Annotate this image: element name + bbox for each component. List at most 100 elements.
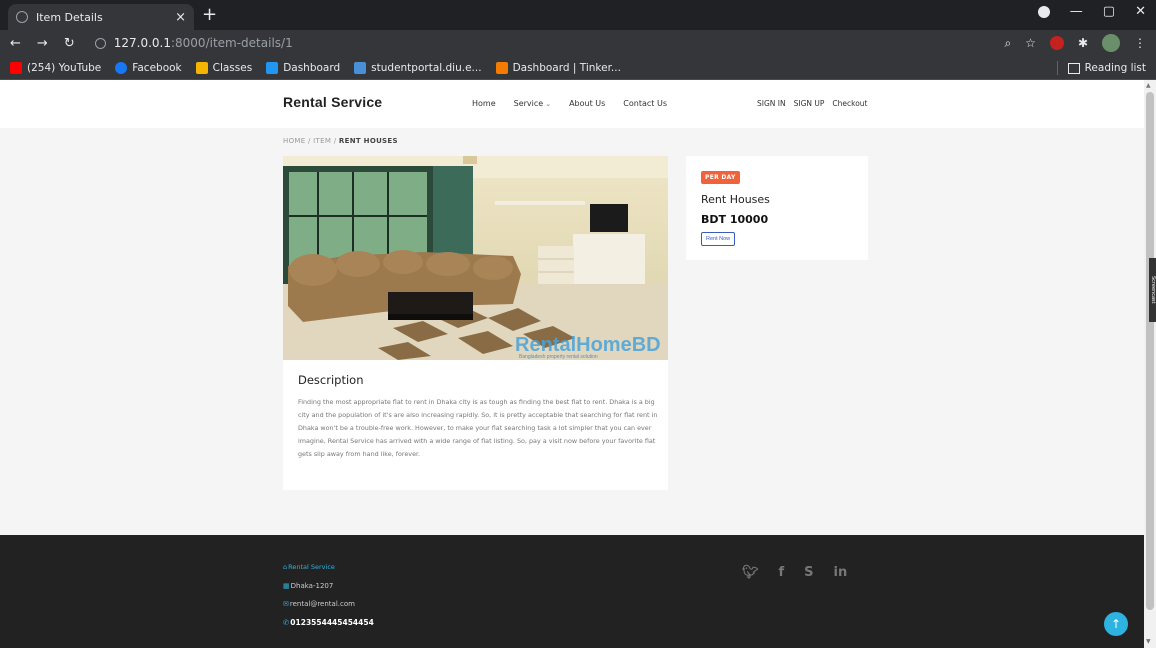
- footer-address: ▦Dhaka-1207: [283, 582, 333, 590]
- bookmark-star-icon[interactable]: ☆: [1025, 36, 1036, 50]
- nav-service-label: Service: [513, 99, 544, 108]
- linkedin-icon[interactable]: in: [834, 565, 848, 580]
- window-controls: — ▢ ✕: [1037, 4, 1146, 19]
- toolbar-actions: ⌕ ☆ ✱ ⋮: [1004, 34, 1146, 52]
- description-text: Finding the most appropriate flat to ren…: [298, 398, 658, 458]
- building-icon: ▦: [283, 582, 290, 590]
- footer-phone-label: 0123554445454454: [290, 618, 374, 627]
- reading-list-label: Reading list: [1084, 62, 1146, 74]
- reload-icon[interactable]: ↻: [64, 36, 75, 51]
- description-title: Description: [298, 373, 364, 387]
- close-icon[interactable]: ✕: [1135, 4, 1146, 19]
- nav-service[interactable]: Service ⌄: [514, 99, 551, 108]
- footer-address-label: Dhaka-1207: [290, 582, 334, 590]
- scroll-thumb[interactable]: [1146, 92, 1154, 610]
- scroll-up-icon[interactable]: ▲: [1146, 82, 1151, 89]
- nav-about[interactable]: About Us: [569, 99, 605, 108]
- bookmark-label: (254) YouTube: [27, 61, 102, 74]
- puzzle-icon[interactable]: ✱: [1078, 36, 1088, 50]
- dashboard-icon: [266, 61, 279, 74]
- reading-list[interactable]: Reading list: [1056, 61, 1146, 75]
- nav-home[interactable]: Home: [472, 99, 496, 108]
- bookmark-studentportal[interactable]: studentportal.diu.e...: [354, 61, 482, 74]
- item-summary-card: PER DAY Rent Houses BDT 10000 Rent Now: [686, 156, 868, 260]
- phone-icon: ✆: [283, 618, 290, 627]
- back-to-top-button[interactable]: ↑: [1104, 612, 1128, 636]
- maximize-icon[interactable]: ▢: [1103, 4, 1115, 19]
- new-tab-button[interactable]: +: [202, 4, 217, 25]
- breadcrumb-sep: /: [307, 137, 311, 145]
- bookmark-youtube[interactable]: (254) YouTube: [10, 61, 102, 74]
- url-host: 127.0.0.1: [113, 36, 171, 50]
- sign-up-link[interactable]: SIGN UP: [794, 99, 825, 108]
- breadcrumb-item[interactable]: ITEM: [313, 137, 331, 145]
- browser-tab-bar: Item Details × + — ▢ ✕: [0, 0, 1156, 30]
- screencast-tab[interactable]: Screencast: [1149, 258, 1156, 322]
- menu-icon[interactable]: ⋮: [1134, 36, 1146, 50]
- bookmark-tinker[interactable]: Dashboard | Tinker...: [495, 61, 621, 74]
- profile-avatar[interactable]: [1102, 34, 1120, 52]
- bookmark-label: Facebook: [132, 61, 182, 74]
- tab-close-button[interactable]: ×: [175, 10, 186, 25]
- record-icon[interactable]: [1037, 5, 1050, 18]
- home-icon: ⌂: [283, 563, 288, 571]
- rate-badge: PER DAY: [701, 171, 740, 184]
- bookmarks-bar: (254) YouTube Facebook Classes Dashboard…: [0, 56, 1156, 80]
- browser-toolbar: ← → ↻ 127.0.0.1 :8000/item-details/1 ⌕ ☆…: [0, 30, 1156, 56]
- bookmark-label: studentportal.diu.e...: [371, 61, 482, 74]
- bookmark-label: Classes: [212, 61, 253, 74]
- tab-title: Item Details: [36, 10, 103, 24]
- social-links: 🐦︎ f S in: [742, 565, 847, 580]
- main-nav: Home Service ⌄ About Us Contact Us: [472, 99, 667, 108]
- info-icon[interactable]: [94, 37, 106, 49]
- zoom-icon[interactable]: ⌕: [1004, 36, 1011, 51]
- back-icon[interactable]: ←: [10, 36, 21, 51]
- footer-phone[interactable]: ✆0123554445454454: [283, 618, 374, 627]
- address-bar[interactable]: 127.0.0.1 :8000/item-details/1: [94, 36, 293, 50]
- bookmark-label: Dashboard: [283, 61, 341, 74]
- minimize-icon[interactable]: —: [1070, 4, 1083, 19]
- bookmark-dashboard[interactable]: Dashboard: [266, 61, 341, 74]
- page-scrollbar[interactable]: ▲ ▼: [1144, 80, 1156, 648]
- extension-icon[interactable]: [1049, 36, 1064, 50]
- reading-list-icon: [1067, 62, 1080, 74]
- tinkercad-icon: [495, 61, 508, 74]
- breadcrumb-current: RENT HOUSES: [338, 137, 398, 145]
- twitter-icon[interactable]: 🐦︎: [742, 565, 759, 580]
- checkout-link[interactable]: Checkout: [832, 99, 867, 108]
- sign-in-link[interactable]: SIGN IN: [757, 99, 786, 108]
- site-footer: ⌂Rental Service ▦Dhaka-1207 ✉rental@rent…: [0, 535, 1144, 648]
- arrow-up-icon: ↑: [1110, 617, 1122, 631]
- forward-icon[interactable]: →: [37, 36, 48, 51]
- facebook-icon: [115, 61, 128, 74]
- footer-brand-label: Rental Service: [288, 563, 335, 571]
- youtube-icon: [10, 61, 22, 74]
- item-content-card: RentalHomeBD Bangladesh property rental …: [283, 156, 668, 490]
- site-header: Rental Service Home Service ⌄ About Us Co…: [0, 80, 1144, 128]
- portal-icon: [354, 61, 367, 74]
- browser-tab[interactable]: Item Details ×: [8, 4, 194, 30]
- scroll-down-icon[interactable]: ▼: [1146, 638, 1151, 645]
- breadcrumb: HOME / ITEM / RENT HOUSES: [283, 137, 398, 145]
- bookmark-classes[interactable]: Classes: [195, 61, 253, 74]
- globe-icon: [16, 11, 28, 23]
- watermark-subtext: Bangladesh property rental solution: [519, 354, 598, 360]
- bookmarks-divider: [1056, 61, 1058, 75]
- auth-nav: SIGN IN SIGN UP Checkout: [757, 99, 868, 108]
- item-price: BDT 10000: [701, 213, 769, 226]
- site-logo[interactable]: Rental Service: [283, 94, 382, 110]
- breadcrumb-home[interactable]: HOME: [283, 137, 305, 145]
- footer-email[interactable]: ✉rental@rental.com: [283, 600, 355, 608]
- nav-contact[interactable]: Contact Us: [623, 99, 667, 108]
- footer-email-label: rental@rental.com: [289, 600, 355, 608]
- rent-now-button[interactable]: Rent Now: [701, 232, 736, 246]
- mail-icon: ✉: [283, 600, 289, 608]
- item-photo: RentalHomeBD Bangladesh property rental …: [283, 156, 668, 360]
- facebook-icon[interactable]: f: [779, 565, 785, 580]
- chevron-down-icon: ⌄: [545, 100, 552, 108]
- classroom-icon: [195, 61, 208, 74]
- skype-icon[interactable]: S: [804, 565, 813, 580]
- item-name: Rent Houses: [701, 193, 770, 206]
- bookmark-facebook[interactable]: Facebook: [115, 61, 182, 74]
- url-path: :8000/item-details/1: [170, 36, 293, 50]
